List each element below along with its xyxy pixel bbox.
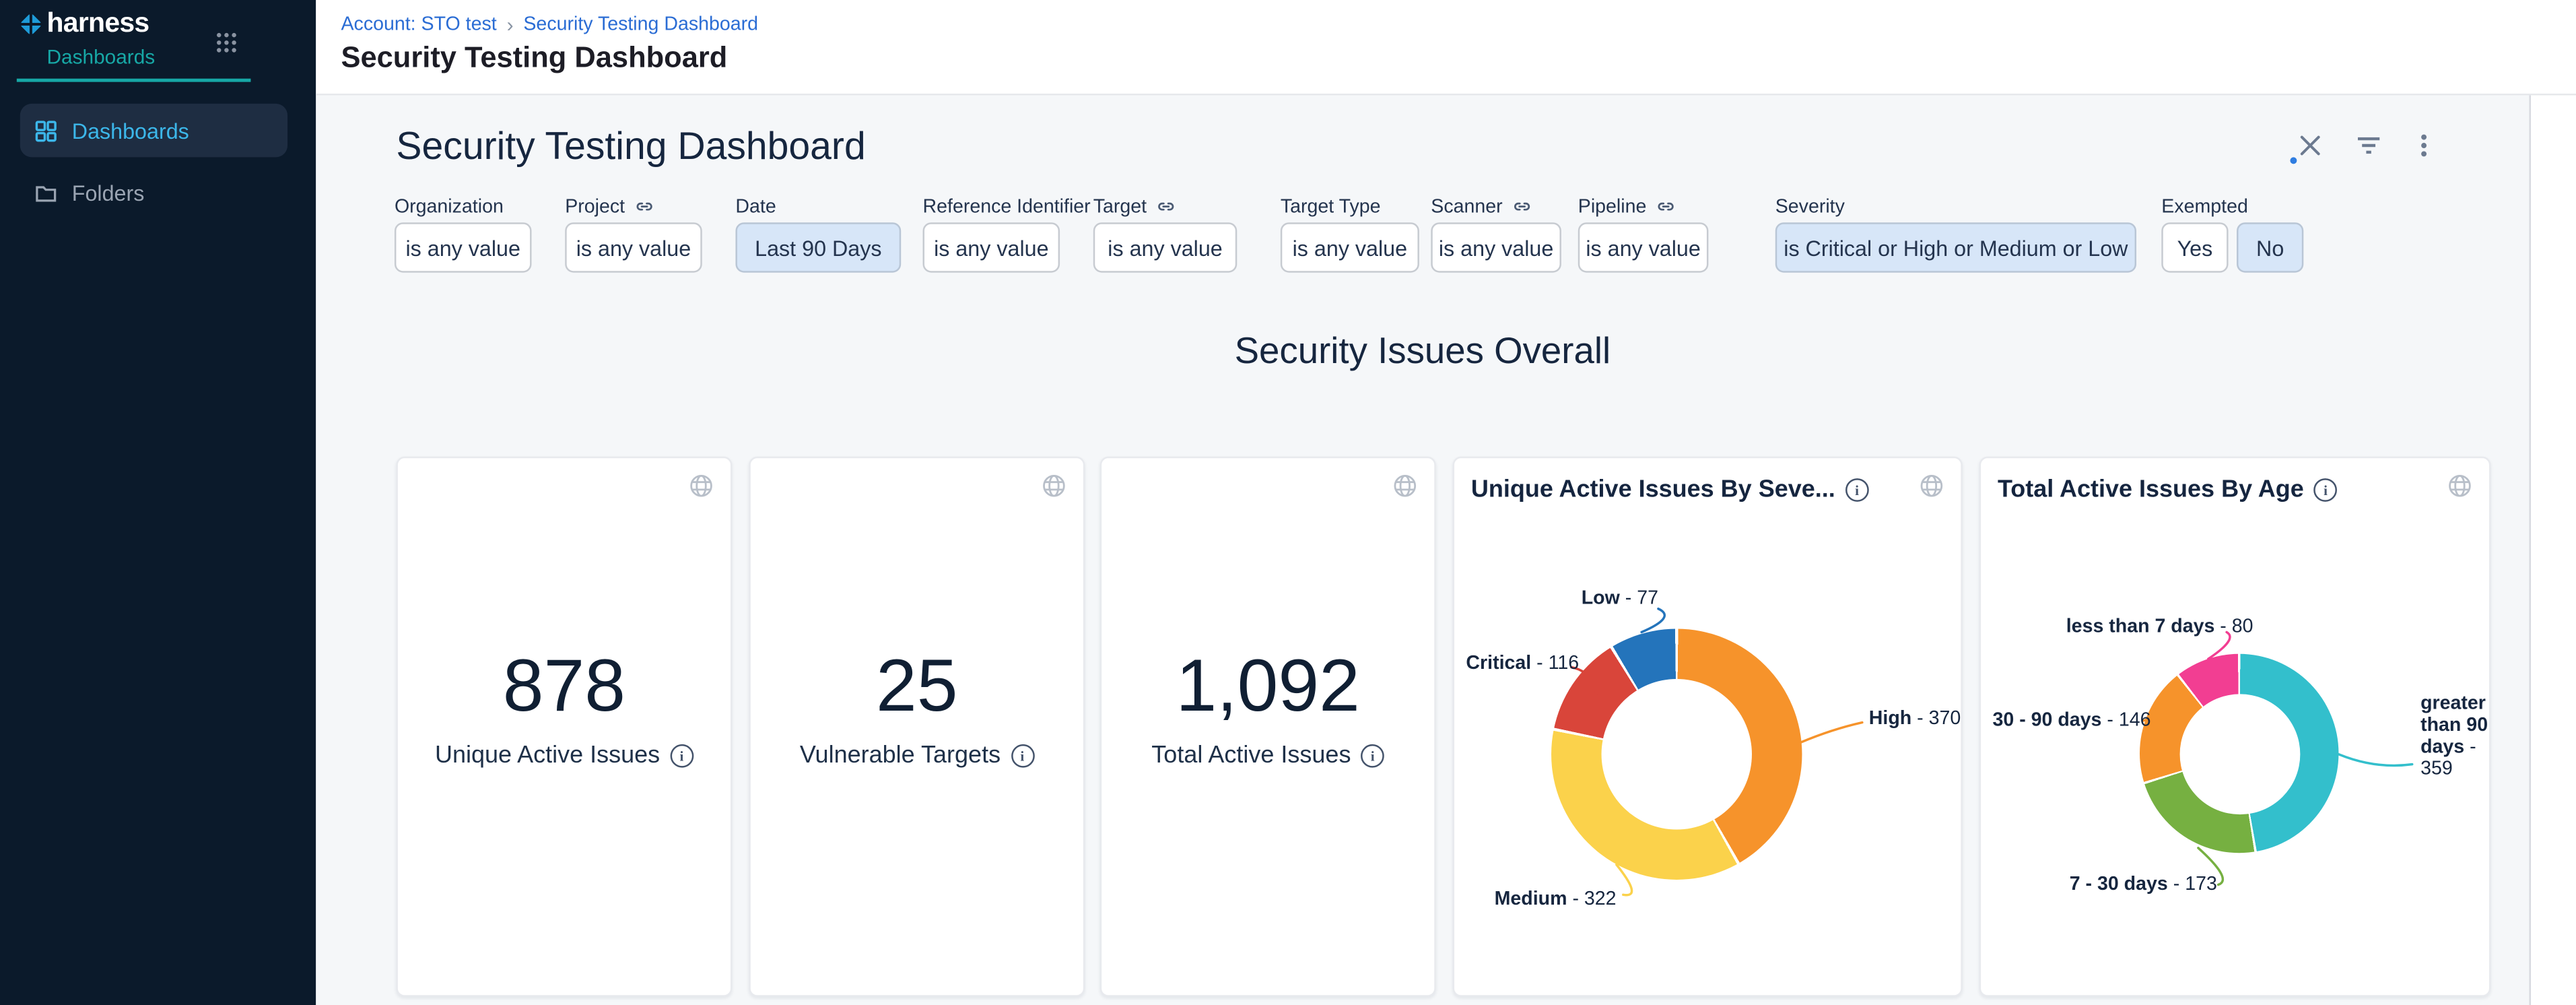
info-icon[interactable] — [1011, 744, 1034, 768]
filter-severity-value[interactable]: is Critical or High or Medium or Low — [1775, 222, 2136, 272]
close-icon[interactable] — [2297, 131, 2324, 158]
info-icon[interactable] — [1361, 744, 1384, 768]
filter-pipeline-value[interactable]: is any value — [1578, 222, 1709, 272]
module-name: Dashboards — [47, 45, 156, 69]
scrollbar-gutter[interactable] — [2529, 96, 2576, 1005]
filter-target: Target is any value — [1093, 195, 1238, 217]
info-icon[interactable] — [2314, 478, 2338, 502]
chart-card-issues-by-severity: Unique Active Issues By Seve... Low - 77… — [1453, 457, 1963, 997]
filter-target-type-value[interactable]: is any value — [1281, 222, 1419, 272]
filter-severity: Severity is Critical or High or Medium o… — [1775, 195, 2136, 217]
chart-title-row: Total Active Issues By Age — [1998, 477, 2338, 504]
app-window: harness Dashboards Dashboards — [0, 0, 2576, 1005]
filter-pipeline: Pipeline is any value — [1578, 195, 1709, 217]
stat-value: 878 — [398, 645, 731, 729]
filter-date-value[interactable]: Last 90 Days — [735, 222, 901, 272]
filter-label: Pipeline — [1578, 195, 1709, 217]
filter-organization: Organization is any value — [395, 195, 532, 217]
filter-date: Date Last 90 Days — [735, 195, 901, 217]
slice-label-medium: Medium - 322 — [1495, 890, 1617, 910]
cursor-dot — [2289, 156, 2296, 163]
sidebar-item-label: Dashboards — [72, 118, 189, 143]
stat-label: Unique Active Issues — [398, 742, 731, 769]
top-header: Account: STO test › Security Testing Das… — [316, 0, 2576, 96]
filter-target-value[interactable]: is any value — [1093, 222, 1238, 272]
slice-label-critical: Critical - 116 — [1466, 654, 1579, 674]
page-title: Security Testing Dashboard — [341, 40, 727, 75]
harness-logo-icon[interactable] — [18, 11, 43, 36]
filter-scanner-value[interactable]: is any value — [1431, 222, 1561, 272]
section-heading: Security Issues Overall — [316, 329, 2529, 373]
link-icon — [635, 197, 653, 216]
stat-card-total-active-issues: 1,092 Total Active Issues — [1100, 457, 1436, 997]
chart-title: Unique Active Issues By Seve... — [1471, 477, 1835, 504]
link-icon — [1157, 197, 1175, 216]
dashboard-content: Security Testing Dashboard Organization … — [316, 96, 2529, 1005]
filter-label: Severity — [1775, 195, 2136, 217]
stat-label: Vulnerable Targets — [751, 742, 1083, 769]
filter-label: Target Type — [1281, 195, 1419, 217]
filter-label: Exempted — [2161, 195, 2311, 217]
filter-label: Scanner — [1431, 195, 1561, 217]
brand-wordmark[interactable]: harness — [47, 8, 149, 40]
breadcrumb-separator: › — [507, 13, 514, 37]
link-icon — [1513, 197, 1531, 216]
slice-label-less-than-7-days: less than 7 days - 80 — [2066, 617, 2253, 637]
donut-hole — [2179, 693, 2299, 814]
stat-value: 1,092 — [1101, 645, 1434, 729]
filter-exempted-yes[interactable]: Yes — [2161, 222, 2228, 272]
info-icon[interactable] — [1845, 478, 1869, 502]
slice-label-greater-than-90-days: greater than 90 days - 359 — [2420, 694, 2490, 780]
filter-exempted-no[interactable]: No — [2237, 222, 2303, 272]
filter-organization-value[interactable]: is any value — [395, 222, 532, 272]
breadcrumb-account-link[interactable]: Account: STO test — [341, 15, 496, 35]
filter-icon[interactable] — [2355, 131, 2382, 158]
sidebar-item-dashboards[interactable]: Dashboards — [20, 104, 287, 157]
sidebar-item-folders[interactable]: Folders — [20, 166, 287, 219]
filter-exempted: Exempted Yes No — [2161, 195, 2311, 217]
filter-label: Target — [1093, 195, 1238, 217]
stat-card-vulnerable-targets: 25 Vulnerable Targets — [749, 457, 1085, 997]
slice-label-high: High - 370 — [1869, 709, 1961, 730]
stat-card-unique-active-issues: 878 Unique Active Issues — [396, 457, 732, 997]
slice-label-7-30-days: 7 - 30 days - 173 — [2070, 875, 2217, 895]
globe-icon — [1042, 474, 1066, 498]
filter-project: Project is any value — [565, 195, 702, 217]
slice-label-low: Low - 77 — [1582, 589, 1658, 609]
filter-project-value[interactable]: is any value — [565, 222, 702, 272]
module-grid-icon[interactable] — [215, 32, 237, 53]
globe-icon — [1392, 474, 1417, 498]
folder-icon — [35, 181, 57, 203]
slice-label-30-90-days: 30 - 90 days - 146 — [1993, 711, 2151, 731]
kebab-menu-icon[interactable] — [2410, 131, 2437, 158]
module-underline — [17, 77, 251, 82]
filter-label: Organization — [395, 195, 532, 217]
breadcrumb: Account: STO test › Security Testing Das… — [341, 13, 758, 37]
filter-label: Date — [735, 195, 901, 217]
filter-label: Reference Identifier — [923, 195, 1060, 217]
globe-icon — [2447, 474, 2472, 498]
filter-reference-identifier: Reference Identifier is any value — [923, 195, 1060, 217]
filter-target-type: Target Type is any value — [1281, 195, 1419, 217]
stat-label: Total Active Issues — [1101, 742, 1434, 769]
globe-icon — [1919, 474, 1944, 498]
stat-value: 25 — [751, 645, 1083, 729]
link-icon — [1656, 197, 1674, 216]
chart-title-row: Unique Active Issues By Seve... — [1471, 477, 1869, 504]
severity-donut-chart[interactable] — [1551, 628, 1801, 878]
sidebar-item-label: Folders — [72, 180, 145, 205]
chart-card-issues-by-age: Total Active Issues By Age less than 7 d… — [1979, 457, 2491, 997]
breadcrumb-dashboard-link[interactable]: Security Testing Dashboard — [523, 15, 758, 35]
age-donut-chart[interactable] — [2140, 654, 2338, 853]
dashboard-panel-title: Security Testing Dashboard — [396, 124, 865, 169]
sidebar: harness Dashboards Dashboards — [0, 0, 316, 1005]
globe-icon — [689, 474, 714, 498]
chart-title: Total Active Issues By Age — [1998, 477, 2304, 504]
info-icon[interactable] — [670, 744, 693, 768]
donut-hole — [1600, 678, 1751, 829]
filter-reference-identifier-value[interactable]: is any value — [923, 222, 1060, 272]
dashboards-icon — [35, 120, 57, 141]
filter-label: Project — [565, 195, 702, 217]
filter-scanner: Scanner is any value — [1431, 195, 1561, 217]
